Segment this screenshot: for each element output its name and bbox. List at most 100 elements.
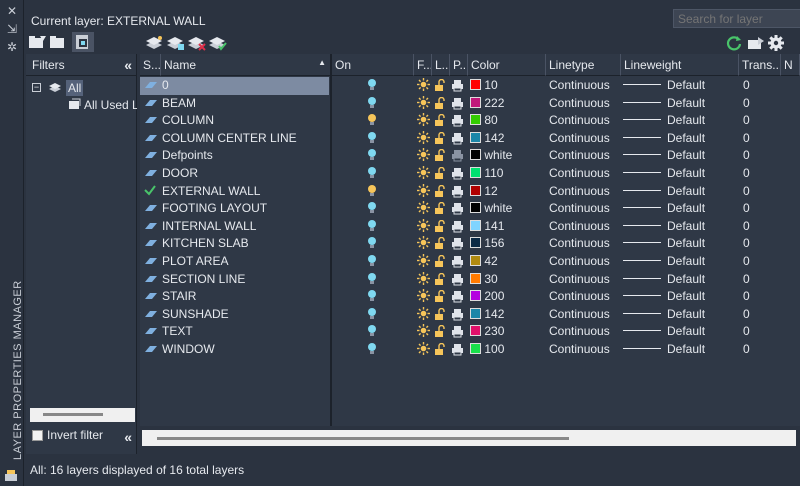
layer-unlock-icon[interactable] <box>434 167 446 180</box>
col-lineweight[interactable]: Lineweight <box>621 54 739 76</box>
layer-linetype[interactable]: Continuous <box>549 289 610 303</box>
layer-name[interactable]: PLOT AREA <box>162 254 228 268</box>
layer-on-bulb-icon[interactable] <box>367 236 377 250</box>
layer-unlock-icon[interactable] <box>434 114 446 127</box>
layer-unlock-icon[interactable] <box>434 96 446 110</box>
layer-on-bulb-icon[interactable] <box>367 307 377 321</box>
col-freeze[interactable]: F... <box>414 54 432 76</box>
tree-item-all-used-layers[interactable]: All Used Layers <box>84 98 137 112</box>
layer-name[interactable]: SUNSHADE <box>162 307 229 321</box>
new-group-filter-icon[interactable] <box>49 34 69 52</box>
layer-transparency[interactable]: 0 <box>743 324 750 338</box>
layer-lineweight[interactable]: Default <box>623 219 705 233</box>
layer-row[interactable]: INTERNAL WALL 141 Continuous Default 0 <box>140 218 800 236</box>
layer-on-bulb-icon[interactable] <box>367 96 377 110</box>
layer-status-icon[interactable] <box>144 310 158 318</box>
layer-status-icon[interactable] <box>144 222 158 230</box>
layer-plot-printer-icon[interactable] <box>451 273 464 286</box>
layer-lineweight[interactable]: Default <box>623 113 705 127</box>
layer-plot-printer-icon[interactable] <box>451 114 464 127</box>
layer-transparency[interactable]: 0 <box>743 254 750 268</box>
layer-status-icon[interactable] <box>144 81 158 89</box>
new-layer-vp-frozen-icon[interactable] <box>165 35 185 53</box>
layer-unlock-icon[interactable] <box>434 79 446 92</box>
layer-linetype[interactable]: Continuous <box>549 272 610 286</box>
layer-row[interactable]: COLUMN CENTER LINE 142 Continuous Default 0 <box>140 130 800 148</box>
layer-name[interactable]: 0 <box>162 78 169 92</box>
layer-plot-printer-icon[interactable] <box>451 167 464 180</box>
layer-transparency[interactable]: 0 <box>743 148 750 162</box>
layer-status-icon[interactable] <box>144 204 158 212</box>
layer-color[interactable]: white <box>470 148 512 162</box>
layer-translator-icon[interactable] <box>746 35 766 53</box>
layer-lineweight[interactable]: Default <box>623 342 705 356</box>
layer-unlock-icon[interactable] <box>434 149 446 162</box>
layer-color[interactable]: 30 <box>470 272 498 286</box>
layer-color[interactable]: 42 <box>470 254 498 268</box>
layer-thaw-sun-icon[interactable] <box>417 201 430 215</box>
layer-status-icon[interactable] <box>144 239 158 247</box>
layer-states-manager-icon[interactable] <box>72 32 94 52</box>
layer-row[interactable]: BEAM 222 Continuous Default 0 <box>140 95 800 113</box>
layer-color[interactable]: white <box>470 201 512 215</box>
layer-linetype[interactable]: Continuous <box>549 236 610 250</box>
layer-thaw-sun-icon[interactable] <box>417 148 430 162</box>
layer-lineweight[interactable]: Default <box>623 96 705 110</box>
new-property-filter-icon[interactable] <box>28 34 48 52</box>
layer-row[interactable]: PLOT AREA 42 Continuous Default 0 <box>140 253 800 271</box>
layer-row[interactable]: 0 10 Continuous Default 0 <box>140 77 800 95</box>
layer-name[interactable]: EXTERNAL WALL <box>162 184 260 198</box>
layer-row[interactable]: KITCHEN SLAB 156 Continuous Default 0 <box>140 235 800 253</box>
layer-row[interactable]: EXTERNAL WALL 12 Continuous Default 0 <box>140 183 800 201</box>
layer-transparency[interactable]: 0 <box>743 96 750 110</box>
filters-scrollbar[interactable] <box>30 408 135 422</box>
close-icon[interactable]: ✕ <box>4 4 20 18</box>
layer-status-icon[interactable] <box>144 275 158 283</box>
layer-unlock-icon[interactable] <box>434 307 446 321</box>
layer-name[interactable]: TEXT <box>162 324 193 338</box>
invert-filter-checkbox[interactable] <box>32 429 43 441</box>
layer-lineweight[interactable]: Default <box>623 184 705 198</box>
layer-name[interactable]: WINDOW <box>162 342 215 356</box>
layer-thaw-sun-icon[interactable] <box>417 78 430 91</box>
layer-lineweight[interactable]: Default <box>623 272 705 286</box>
layer-lineweight[interactable]: Default <box>623 236 705 250</box>
layer-color[interactable]: 142 <box>470 131 504 145</box>
layer-transparency[interactable]: 0 <box>743 342 750 356</box>
layer-on-bulb-icon[interactable] <box>367 78 377 92</box>
layer-color[interactable]: 142 <box>470 307 504 321</box>
layer-linetype[interactable]: Continuous <box>549 78 610 92</box>
layer-status-icon[interactable] <box>144 345 158 353</box>
layer-lineweight[interactable]: Default <box>623 324 705 338</box>
layer-row[interactable]: STAIR 200 Continuous Default 0 <box>140 288 800 306</box>
layer-color[interactable]: 100 <box>470 342 504 356</box>
layer-thaw-sun-icon[interactable] <box>417 183 430 197</box>
layer-unlock-icon[interactable] <box>434 219 446 233</box>
layer-plot-printer-icon[interactable] <box>451 220 464 233</box>
layer-lineweight[interactable]: Default <box>623 289 705 303</box>
layer-thaw-sun-icon[interactable] <box>417 95 430 109</box>
layer-thaw-sun-icon[interactable] <box>417 271 430 285</box>
layer-on-bulb-icon[interactable] <box>367 131 377 145</box>
layer-linetype[interactable]: Continuous <box>549 254 610 268</box>
layer-plot-printer-icon[interactable] <box>451 79 464 92</box>
layer-on-bulb-icon[interactable] <box>367 148 377 162</box>
layer-status-icon[interactable] <box>144 151 158 159</box>
layer-on-bulb-icon[interactable] <box>367 201 377 215</box>
set-current-icon[interactable] <box>207 35 227 53</box>
layer-thaw-sun-icon[interactable] <box>417 306 430 320</box>
layer-on-bulb-icon[interactable] <box>367 289 377 303</box>
layer-unlock-icon[interactable] <box>434 184 446 198</box>
layer-lineweight[interactable]: Default <box>623 166 705 180</box>
layer-status-icon[interactable] <box>144 327 158 335</box>
layer-thaw-sun-icon[interactable] <box>417 130 430 144</box>
layer-plot-printer-icon[interactable] <box>451 325 464 338</box>
layer-on-bulb-icon[interactable] <box>367 219 377 233</box>
layer-name[interactable]: FOOTING LAYOUT <box>162 201 267 215</box>
layer-plot-printer-icon[interactable] <box>451 97 464 110</box>
layer-linetype[interactable]: Continuous <box>549 148 610 162</box>
layer-transparency[interactable]: 0 <box>743 219 750 233</box>
layer-color[interactable]: 141 <box>470 219 504 233</box>
layer-plot-printer-icon[interactable] <box>451 185 464 198</box>
layer-thaw-sun-icon[interactable] <box>417 289 430 303</box>
